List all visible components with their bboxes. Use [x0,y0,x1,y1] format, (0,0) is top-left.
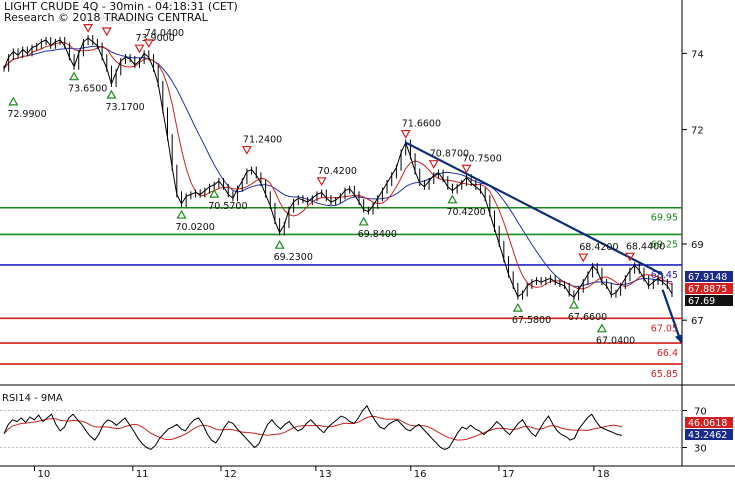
last-value-text-1: 67.8875 [688,284,727,295]
y-tick-label-2: 69 [691,240,704,251]
x-tick-label-4: 16 [414,469,427,480]
low-label: 67.6600 [568,312,607,323]
high-label: 68.4200 [579,242,618,253]
low-label: 73.6500 [68,84,107,95]
low-label: 70.4200 [446,207,485,218]
level-label-0: 69.95 [651,213,678,224]
y-tick-label-1: 72 [691,126,704,137]
chart-canvas: 7472696769.9569.2568.4567.0566.465.8572.… [0,0,735,480]
high-label: 71.2400 [243,135,282,146]
high-label: 68.4400 [626,241,665,252]
y-tick-label-3: 67 [691,316,704,327]
low-label: 73.1700 [105,102,144,113]
low-label: 69.8400 [358,229,397,240]
low-label: 70.5700 [208,201,247,212]
x-tick-label-6: 18 [597,469,610,480]
x-tick-label-3: 13 [319,469,332,480]
high-label: 71.6600 [402,119,441,130]
high-label: 70.4200 [318,166,357,177]
low-label: 70.0200 [176,222,215,233]
last-value-text-2: 67.69 [688,296,715,307]
rsi-value-text-0: 46.0618 [688,418,727,429]
rsi-y-tick-label-0: 70 [694,407,707,418]
low-label: 72.9900 [7,109,46,120]
rsi-panel-title: RSI14 - 9MA [2,393,63,404]
rsi-value-text-1: 43.2462 [688,430,727,441]
low-label: 67.0400 [596,336,635,347]
level-label-4: 66.4 [657,348,678,359]
copyright-text: Research © 2018 TRADING CENTRAL [2,11,210,24]
x-tick-label-0: 10 [38,469,51,480]
rsi-y-tick-label-1: 30 [694,444,707,455]
y-tick-label-0: 74 [691,49,704,60]
high-label: 70.7500 [462,153,501,164]
x-tick-label-2: 12 [224,469,237,480]
last-value-text-0: 67.9148 [688,272,727,283]
x-tick-label-1: 11 [136,469,149,480]
x-tick-label-5: 17 [502,469,515,480]
high-label: 74.0400 [145,28,184,39]
level-label-5: 65.85 [651,369,678,380]
low-label: 69.2300 [274,252,313,263]
low-label: 67.5800 [512,315,551,326]
